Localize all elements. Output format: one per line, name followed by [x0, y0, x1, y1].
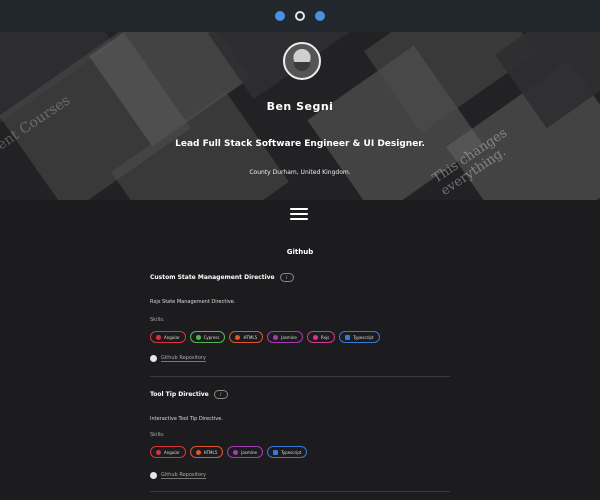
avatar — [283, 42, 321, 80]
tag-typescript[interactable]: Typescript — [266, 446, 308, 458]
html5-icon — [235, 334, 241, 340]
jasmine-icon — [233, 449, 239, 455]
typescript-icon — [272, 449, 278, 455]
section-title: Github — [286, 248, 314, 256]
project-title: Custom State Management Directive — [150, 274, 275, 281]
divider — [150, 491, 450, 492]
tag-jasmine[interactable]: Jasmine — [227, 446, 263, 458]
tag-label: HTML5 — [203, 449, 218, 455]
github-icon — [150, 472, 157, 479]
skill-tags: Angular Cypress HTML5 Jasmine Rxjs Types… — [150, 331, 380, 343]
top-bar — [0, 0, 600, 32]
tag-label: HTML5 — [243, 334, 258, 340]
project-description: Rxjs State Management Directive. — [150, 299, 236, 305]
info-button[interactable]: i — [279, 273, 294, 282]
tag-label: Typescript — [353, 334, 374, 340]
profile-location: County Durham, United Kingdom. — [249, 169, 351, 176]
jasmine-icon — [273, 334, 279, 340]
project-header: Custom State Management Directive i — [150, 273, 450, 282]
project-description: Interactive Tool Tip Directive. — [150, 416, 223, 422]
html5-icon — [195, 449, 201, 455]
tag-jasmine[interactable]: Jasmine — [267, 331, 303, 343]
email-icon[interactable] — [315, 11, 325, 21]
menu-bar — [290, 218, 308, 220]
skills-label: Skills: — [150, 432, 165, 438]
github-repository-link[interactable]: Github Repository — [150, 355, 206, 362]
tag-label: Angular — [164, 334, 180, 340]
github-icon[interactable] — [295, 11, 305, 21]
tag-label: Jasmine — [281, 334, 297, 340]
menu-bar — [290, 213, 308, 215]
repository-link-label: Github Repository — [161, 355, 206, 362]
divider — [150, 376, 450, 377]
project-card: Custom State Management Directive i Rxjs… — [150, 273, 450, 383]
profile-name: Ben Segni — [266, 100, 334, 113]
project-header: Tool Tip Directive i — [150, 390, 450, 399]
skill-tags: Angular HTML5 Jasmine Typescript — [150, 446, 308, 458]
tag-label: Typescript — [280, 449, 302, 455]
profile-role: Lead Full Stack Software Engineer & UI D… — [175, 139, 425, 149]
repository-link-label: Github Repository — [161, 472, 206, 479]
info-button[interactable]: i — [213, 390, 228, 399]
tag-angular[interactable]: Angular — [150, 331, 186, 343]
github-repository-link[interactable]: Github Repository — [150, 472, 206, 479]
tag-label: Angular — [164, 449, 180, 455]
project-title: Tool Tip Directive — [150, 391, 209, 398]
hamburger-menu-button[interactable] — [290, 208, 308, 220]
rxjs-icon — [312, 334, 318, 340]
tag-typescript[interactable]: Typescript — [339, 331, 380, 343]
angular-icon — [156, 449, 161, 455]
cypress-icon — [195, 334, 201, 340]
tag-label: Cypress — [203, 334, 220, 340]
angular-icon — [156, 334, 161, 340]
menu-bar — [290, 208, 308, 210]
project-card: Tool Tip Directive i Interactive Tool Ti… — [150, 390, 450, 500]
tag-label: Rxjs — [320, 334, 330, 340]
tag-angular[interactable]: Angular — [150, 446, 186, 458]
tag-cypress[interactable]: Cypress — [189, 331, 226, 343]
tag-rxjs[interactable]: Rxjs — [306, 331, 336, 343]
skills-label: Skills: — [150, 317, 165, 323]
tag-html5[interactable]: HTML5 — [229, 331, 264, 343]
linkedin-icon[interactable] — [275, 11, 285, 21]
tag-label: Jasmine — [241, 449, 257, 455]
github-icon — [150, 355, 157, 362]
tag-html5[interactable]: HTML5 — [189, 446, 224, 458]
typescript-icon — [345, 334, 351, 340]
